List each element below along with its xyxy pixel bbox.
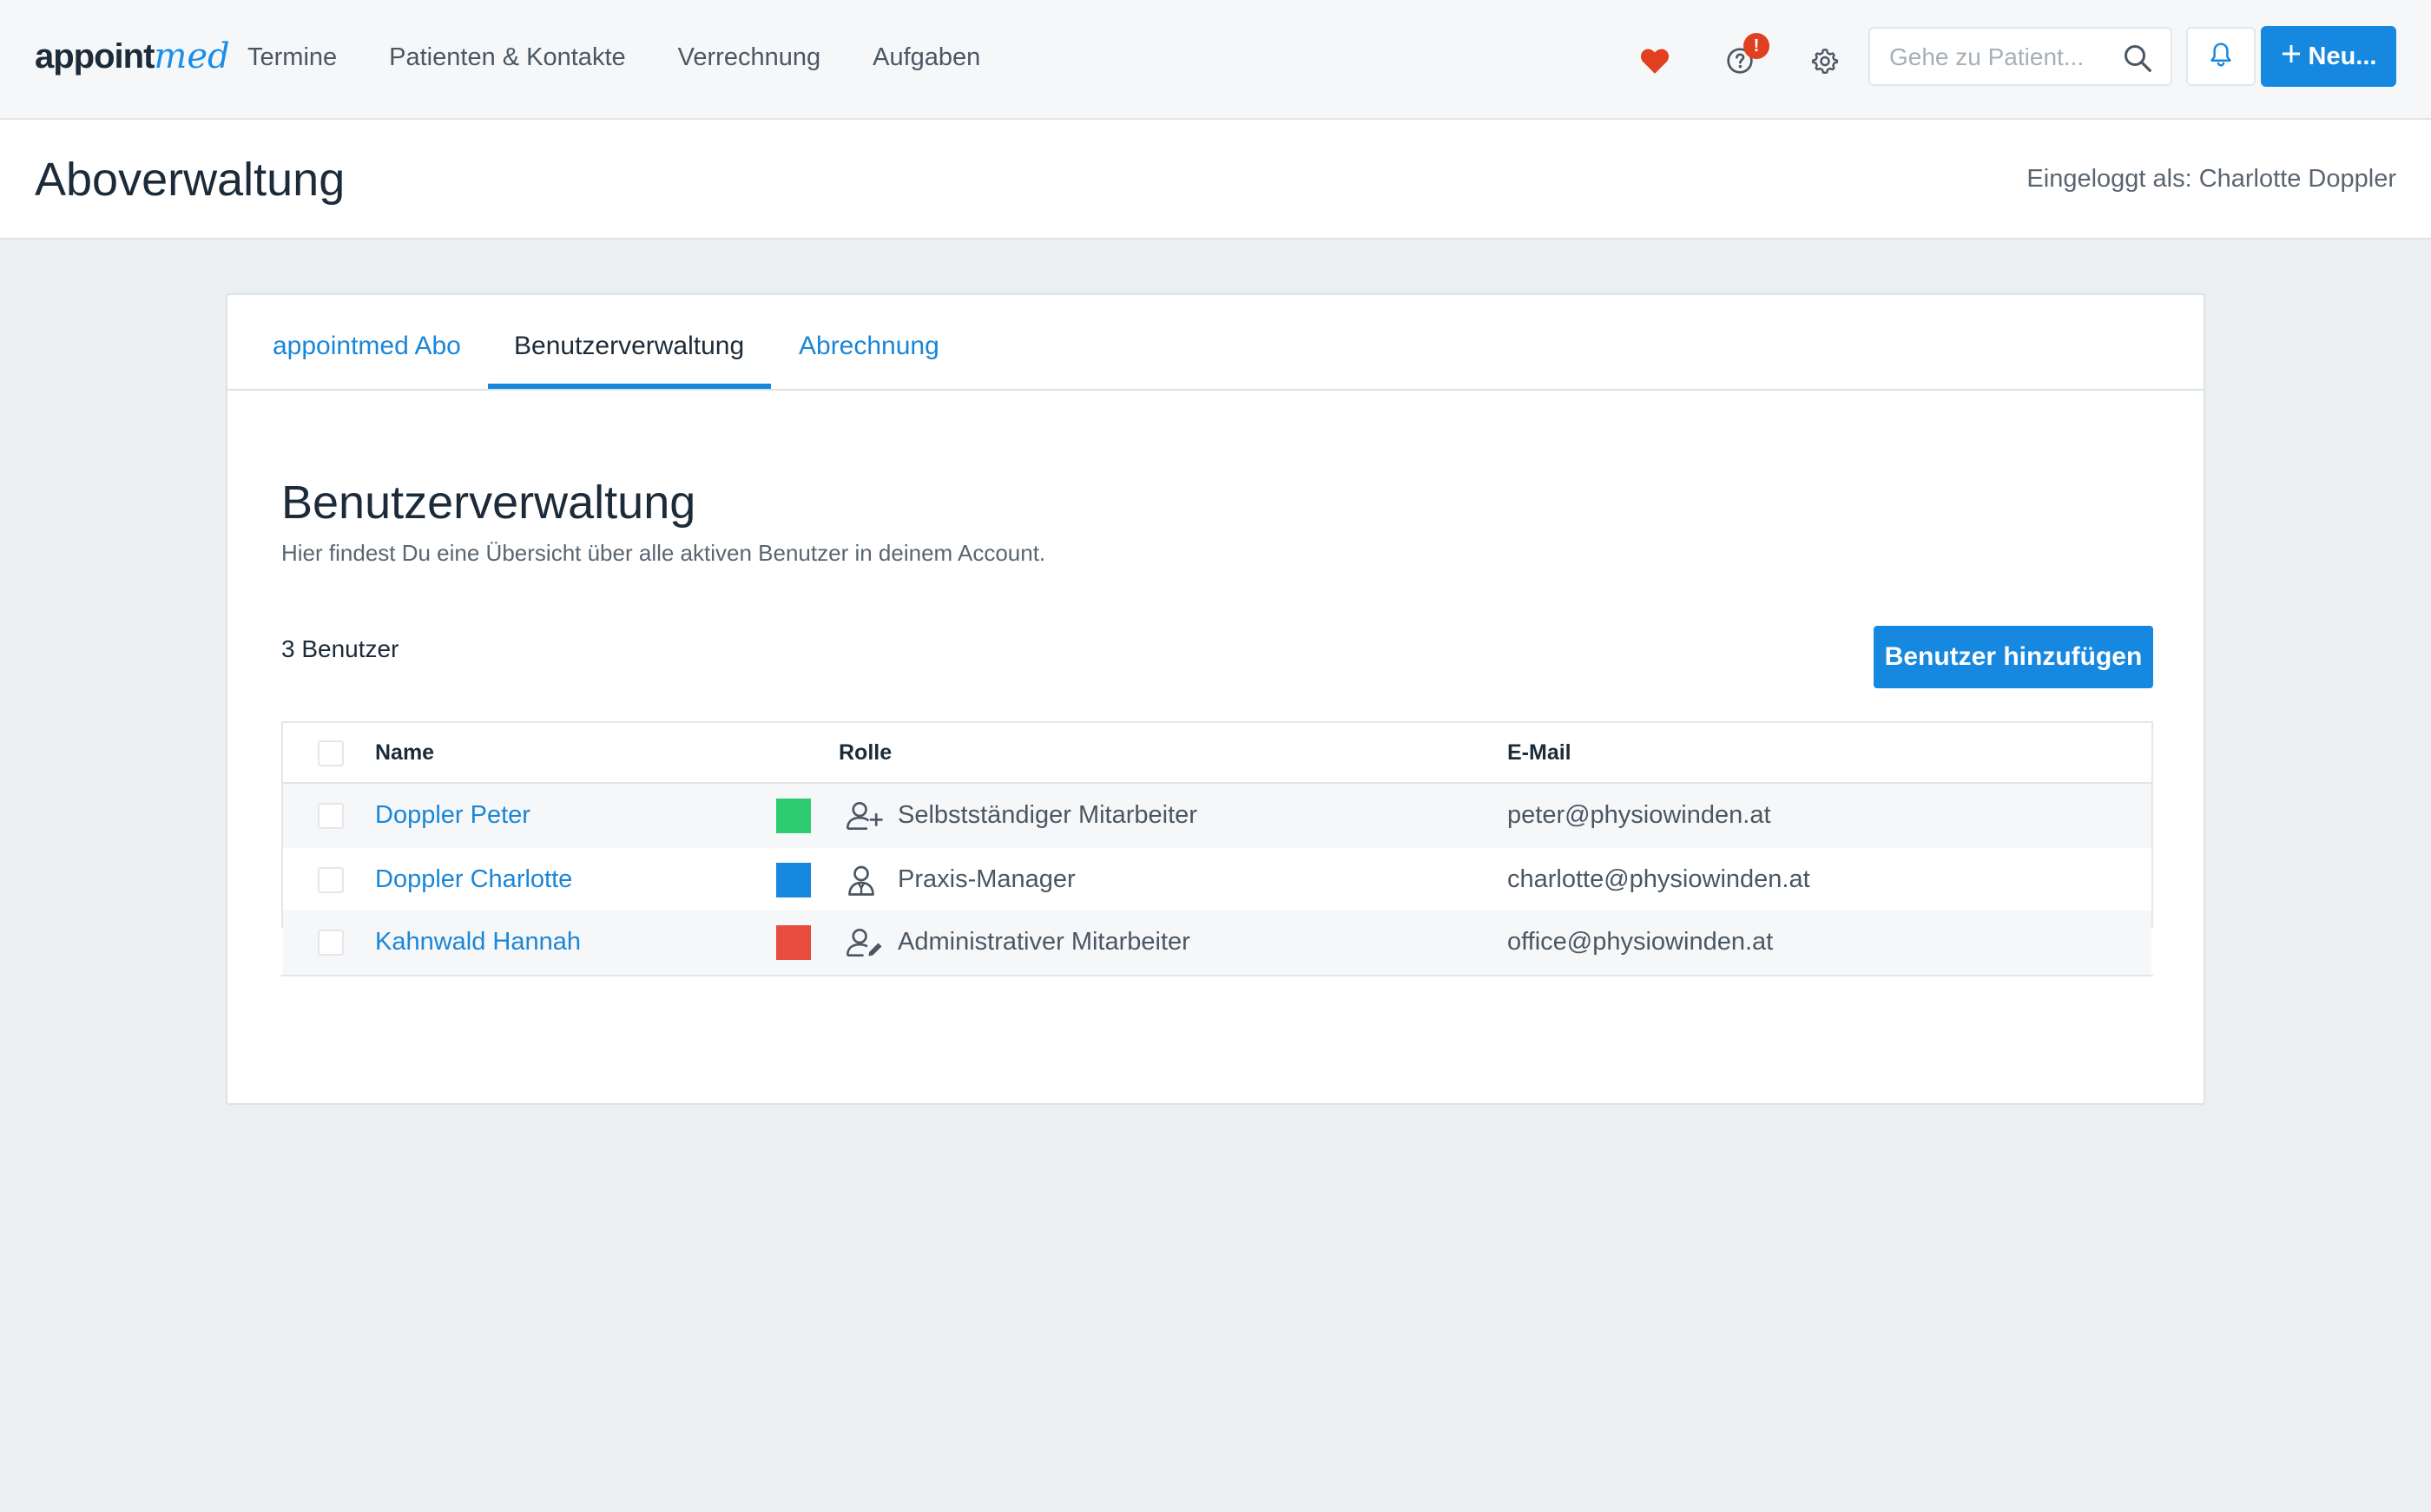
user-color-swatch	[776, 863, 811, 897]
new-button-label: Neu...	[2308, 42, 2377, 70]
new-button[interactable]: Neu...	[2261, 26, 2396, 87]
add-user-button[interactable]: Benutzer hinzufügen	[1874, 626, 2153, 688]
patient-search-box[interactable]	[1868, 27, 2172, 86]
help-icon[interactable]: !	[1714, 33, 1769, 87]
user-role: Praxis-Manager	[898, 865, 1076, 893]
user-role: Administrativer Mitarbeiter	[898, 928, 1190, 956]
user-manager-icon	[846, 863, 886, 897]
user-email: peter@physiowinden.at	[1507, 801, 1771, 829]
column-header-role[interactable]: Rolle	[839, 740, 892, 766]
page-header: Aboverwaltung Eingeloggt als: Charlotte …	[0, 120, 2431, 240]
subscription-card: appointmed Abo Benutzerverwaltung Abrech…	[226, 293, 2205, 1105]
table-header: Name Rolle E-Mail	[283, 723, 2151, 784]
user-edit-icon	[846, 925, 886, 960]
table-bottom-border	[281, 975, 2153, 976]
select-all-checkbox[interactable]	[318, 740, 344, 766]
user-role: Selbstständiger Mitarbeiter	[898, 801, 1197, 829]
table-row[interactable]: Kahnwald Hannah Administrativer Mitarbei…	[283, 910, 2151, 975]
logo-accent-text: med	[154, 36, 230, 76]
user-name-link[interactable]: Kahnwald Hannah	[375, 928, 581, 957]
section-title: Benutzerverwaltung	[281, 477, 696, 529]
nav-patienten-kontakte[interactable]: Patienten & Kontakte	[389, 43, 625, 72]
main-nav: Termine Patienten & Kontakte Verrechnung…	[247, 43, 980, 72]
table-row[interactable]: Doppler Charlotte Praxis-Manager charlot…	[283, 848, 2151, 912]
section-subtitle: Hier findest Du eine Übersicht über alle…	[281, 540, 1046, 566]
tab-abrechnung[interactable]: Abrechnung	[799, 332, 939, 361]
users-table: Name Rolle E-Mail Doppler Peter Selbstst…	[281, 721, 2153, 928]
search-icon[interactable]	[2122, 43, 2153, 78]
tab-bar: appointmed Abo Benutzerverwaltung Abrech…	[227, 295, 2204, 391]
page-title: Aboverwaltung	[35, 154, 346, 206]
row-checkbox[interactable]	[318, 867, 344, 893]
active-tab-indicator	[488, 384, 771, 389]
column-header-email[interactable]: E-Mail	[1507, 740, 1571, 766]
gear-icon[interactable]	[1799, 35, 1851, 87]
plus-icon	[2281, 43, 2302, 71]
bell-icon	[2208, 41, 2234, 73]
table-row[interactable]: Doppler Peter Selbstständiger Mitarbeite…	[283, 784, 2151, 848]
top-navigation-bar: appoint med Termine Patienten & Kontakte …	[0, 0, 2431, 120]
nav-verrechnung[interactable]: Verrechnung	[678, 43, 820, 72]
user-email: office@physiowinden.at	[1507, 928, 1774, 956]
row-checkbox[interactable]	[318, 930, 344, 956]
nav-aufgaben[interactable]: Aufgaben	[873, 43, 980, 72]
user-color-swatch	[776, 925, 811, 960]
notification-badge: !	[1743, 33, 1769, 59]
logo-main-text: appoint	[35, 37, 155, 76]
user-color-swatch	[776, 799, 811, 833]
user-plus-icon	[846, 799, 886, 833]
user-name-link[interactable]: Doppler Charlotte	[375, 865, 572, 894]
row-checkbox[interactable]	[318, 803, 344, 829]
heart-icon[interactable]	[1629, 35, 1681, 87]
user-count: 3 Benutzer	[281, 635, 399, 662]
patient-search-input[interactable]	[1889, 41, 2115, 74]
nav-termine[interactable]: Termine	[247, 43, 337, 72]
user-name-link[interactable]: Doppler Peter	[375, 801, 530, 830]
user-email: charlotte@physiowinden.at	[1507, 865, 1810, 893]
column-header-name[interactable]: Name	[375, 740, 434, 766]
tab-appointmed-abo[interactable]: appointmed Abo	[273, 332, 461, 361]
appointmed-logo[interactable]: appoint med	[35, 36, 230, 85]
notifications-button[interactable]	[2186, 27, 2256, 86]
tab-benutzerverwaltung[interactable]: Benutzerverwaltung	[514, 332, 744, 361]
logged-in-user: Eingeloggt als: Charlotte Doppler	[2026, 165, 2396, 193]
